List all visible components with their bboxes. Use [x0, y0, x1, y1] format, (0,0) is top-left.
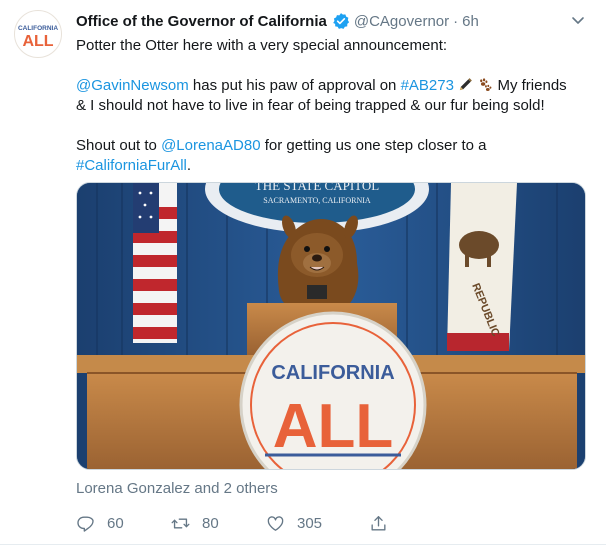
tweet-photo[interactable]: THE STATE CAPITOL SACRAMENTO, CALIFORNIA [76, 182, 586, 470]
account-name[interactable]: Office of the Governor of California [76, 13, 327, 30]
retweet-count: 80 [202, 514, 219, 532]
tweet-text-segment: Shout out to [76, 137, 162, 154]
pen-emoji-icon [460, 78, 473, 91]
tweet-text: Potter the Otter here with a very specia… [76, 36, 590, 176]
tagged-users[interactable]: Lorena Gonzalez and 2 others [76, 480, 278, 497]
seal-text-bottom: SACRAMENTO, CALIFORNIA [263, 196, 371, 205]
tweet-text-segment: My friends [493, 77, 567, 94]
tweet-actions: 60 80 305 [76, 512, 388, 534]
tweet-line-2: @GavinNewsom has put his paw of approval… [76, 76, 590, 96]
avatar-logo-bottom: ALL [22, 33, 53, 50]
timestamp[interactable]: 6h [462, 13, 479, 30]
seal-text-top: THE STATE CAPITOL [255, 183, 379, 193]
tweet-line-3: & I should not have to live in fear of b… [76, 97, 545, 114]
otter-puppet [277, 215, 359, 311]
reply-count: 60 [107, 514, 124, 532]
tweet-text-segment: for getting us one step closer to a [260, 137, 487, 154]
account-handle[interactable]: @CAgovernor [354, 13, 449, 30]
retweet-icon [171, 517, 190, 529]
us-flag [133, 183, 177, 343]
retweet-button[interactable]: 80 [171, 514, 266, 533]
verified-badge-icon [333, 13, 349, 29]
avatar-logo-top: CALIFORNIA [18, 25, 58, 32]
paw-prints-emoji-icon [480, 78, 492, 91]
california-flag: REPUBLIC [447, 183, 517, 351]
share-icon [371, 515, 386, 531]
like-icon [267, 515, 284, 531]
hashtag-ab273[interactable]: #AB273 [401, 77, 454, 94]
mention-lorenaad80[interactable]: @LorenaAD80 [161, 137, 260, 154]
tweet-text-segment: . [186, 157, 192, 174]
sign-text-bottom: ALL [273, 392, 394, 461]
like-count: 305 [297, 514, 323, 532]
chevron-down-icon[interactable] [570, 12, 586, 28]
tweet-header: Office of the Governor of California @CA… [76, 10, 479, 32]
tweet-text-segment: has put his paw of approval on [188, 77, 401, 94]
mention-gavinnewsom[interactable]: @GavinNewsom [76, 77, 189, 94]
reply-icon [77, 515, 94, 532]
reply-button[interactable]: 60 [76, 514, 171, 533]
hashtag-californiafurall[interactable]: #CaliforniaFurAll [76, 157, 187, 174]
tweet-line-1: Potter the Otter here with a very specia… [76, 37, 448, 54]
tweet-line-4: Shout out to @LorenaAD80 for getting us … [76, 136, 590, 156]
header-separator: · [453, 12, 459, 30]
tweet-line-5: #CaliforniaFurAll. [76, 156, 590, 176]
tweet[interactable]: CALIFORNIA ALL Office of the Governor of… [0, 0, 606, 545]
like-button[interactable]: 305 [266, 514, 369, 533]
avatar[interactable]: CALIFORNIA ALL [14, 10, 62, 58]
sign-text-top: CALIFORNIA [271, 362, 394, 384]
share-button[interactable] [369, 514, 388, 533]
